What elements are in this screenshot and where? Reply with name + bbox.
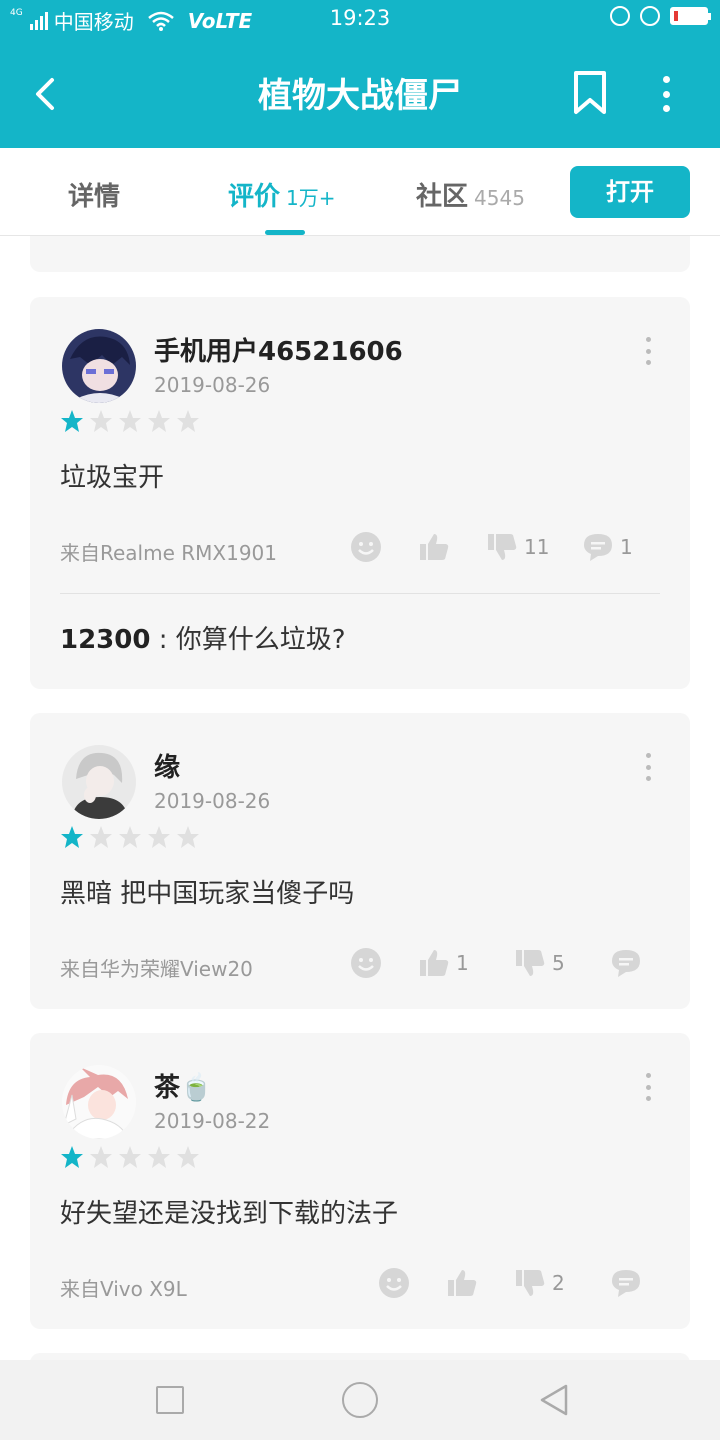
tab-reviews-count: 1万+: [286, 186, 336, 210]
comment-count: 1: [620, 535, 633, 559]
thumbs-up-icon: [420, 950, 449, 976]
review-text: 好失望还是没找到下载的法子: [60, 1199, 399, 1229]
like-button[interactable]: [418, 531, 456, 563]
reply-user[interactable]: 12300: [60, 625, 150, 655]
device-source: 来自华为荣耀View20: [60, 957, 253, 981]
open-app-button[interactable]: 打开: [570, 166, 690, 218]
tab-details-label: 详情: [68, 182, 121, 212]
recents-icon[interactable]: [156, 1386, 184, 1414]
emoji-react-button[interactable]: [350, 947, 382, 979]
review-text: 黑暗 把中国玩家当傻子吗: [60, 879, 355, 909]
comment-icon: [584, 534, 612, 561]
like-button[interactable]: 1: [418, 947, 469, 979]
emoji-react-button[interactable]: [350, 531, 382, 563]
comment-icon: [612, 950, 640, 977]
review-date: 2019-08-26: [154, 373, 271, 397]
device-source: 来自Vivo X9L: [60, 1277, 187, 1301]
review-more-icon[interactable]: [642, 1073, 654, 1101]
review-card: 手机用户46521606 2019-08-26 垃圾宝开 来自Realme RM…: [30, 297, 690, 689]
toolbar: 植物大战僵尸: [0, 38, 720, 148]
tab-reviews-label: 评价: [228, 182, 281, 212]
review-date: 2019-08-26: [154, 789, 271, 813]
comment-button[interactable]: [610, 947, 648, 979]
user-avatar[interactable]: [62, 745, 136, 819]
user-name[interactable]: 缘: [154, 747, 180, 784]
reviews-list[interactable]: 手机用户46521606 2019-08-26 垃圾宝开 来自Realme RM…: [0, 236, 720, 1360]
star-empty-icon: [90, 826, 112, 848]
tab-community-label: 社区: [416, 182, 469, 212]
star-empty-icon: [177, 410, 199, 432]
star-empty-icon: [177, 826, 199, 848]
review-card: 茶🍵 2019-08-22 好失望还是没找到下载的法子 来自Vivo X9L 2: [30, 1033, 690, 1329]
rating-stars: [60, 1145, 200, 1169]
review-card-partial: [30, 236, 690, 272]
star-filled-icon: [61, 1146, 83, 1168]
alarm-icon: [640, 6, 660, 26]
review-text: 垃圾宝开: [60, 463, 165, 493]
star-empty-icon: [148, 826, 170, 848]
dislike-count: 5: [552, 951, 565, 975]
reply-divider: [60, 593, 660, 594]
home-icon[interactable]: [342, 1382, 378, 1418]
review-date: 2019-08-22: [154, 1109, 271, 1133]
rating-stars: [60, 825, 200, 849]
user-name[interactable]: 手机用户46521606: [154, 331, 403, 368]
emoji-icon: [379, 1268, 409, 1298]
review-card: 缘 2019-08-26 黑暗 把中国玩家当傻子吗 来自华为荣耀View20 1…: [30, 713, 690, 1009]
user-avatar[interactable]: [62, 1065, 136, 1139]
emoji-icon: [351, 948, 381, 978]
system-nav-bar: [0, 1360, 720, 1440]
active-tab-indicator: [265, 230, 305, 235]
rating-stars: [60, 409, 200, 433]
tab-bar: 详情 评价 1万+ 社区 4545 打开: [0, 148, 720, 236]
review-more-icon[interactable]: [642, 337, 654, 365]
status-bar: 4G 中国移动 VoLTE 19:23: [0, 0, 720, 38]
comment-button[interactable]: [610, 1267, 648, 1299]
comment-icon: [612, 1270, 640, 1297]
thumbs-up-icon: [420, 534, 449, 560]
dislike-button[interactable]: 2: [514, 1267, 565, 1299]
review-card-partial: [30, 1353, 690, 1360]
app-header: 4G 中国移动 VoLTE 19:23 植物大战僵尸: [0, 0, 720, 148]
nav-back-icon[interactable]: [536, 1382, 572, 1418]
emoji-react-button[interactable]: [378, 1267, 410, 1299]
star-empty-icon: [148, 410, 170, 432]
thumbs-down-icon: [516, 950, 545, 976]
more-options-icon[interactable]: [652, 74, 680, 114]
page-title: 植物大战僵尸: [258, 76, 462, 116]
like-count: 1: [456, 951, 469, 975]
star-empty-icon: [119, 410, 141, 432]
tab-reviews[interactable]: 评价 1万+: [228, 176, 336, 213]
star-empty-icon: [90, 410, 112, 432]
reply-text[interactable]: 12300 : 你算什么垃圾?: [60, 619, 346, 656]
star-filled-icon: [61, 826, 83, 848]
star-empty-icon: [148, 1146, 170, 1168]
thumbs-up-icon: [448, 1270, 477, 1296]
star-empty-icon: [119, 1146, 141, 1168]
dislike-count: 11: [524, 535, 550, 559]
emoji-icon: [351, 532, 381, 562]
star-empty-icon: [119, 826, 141, 848]
dislike-button[interactable]: 5: [514, 947, 565, 979]
bookmark-icon[interactable]: [570, 70, 610, 116]
tab-community-count: 4545: [474, 186, 525, 210]
review-more-icon[interactable]: [642, 753, 654, 781]
tab-details[interactable]: 详情: [68, 176, 120, 213]
user-avatar[interactable]: [62, 329, 136, 403]
star-empty-icon: [177, 1146, 199, 1168]
dislike-button[interactable]: 11: [486, 531, 549, 563]
comment-button[interactable]: 1: [582, 531, 633, 563]
reply-content: : 你算什么垃圾?: [150, 625, 346, 655]
user-name[interactable]: 茶🍵: [154, 1067, 212, 1104]
device-source: 来自Realme RMX1901: [60, 541, 278, 565]
rotation-lock-icon: [610, 6, 630, 26]
tab-community[interactable]: 社区 4545: [416, 176, 525, 213]
thumbs-down-icon: [488, 534, 517, 560]
like-button[interactable]: [446, 1267, 484, 1299]
thumbs-down-icon: [516, 1270, 545, 1296]
dislike-count: 2: [552, 1271, 565, 1295]
battery-icon: [670, 7, 711, 25]
star-filled-icon: [61, 410, 83, 432]
star-empty-icon: [90, 1146, 112, 1168]
